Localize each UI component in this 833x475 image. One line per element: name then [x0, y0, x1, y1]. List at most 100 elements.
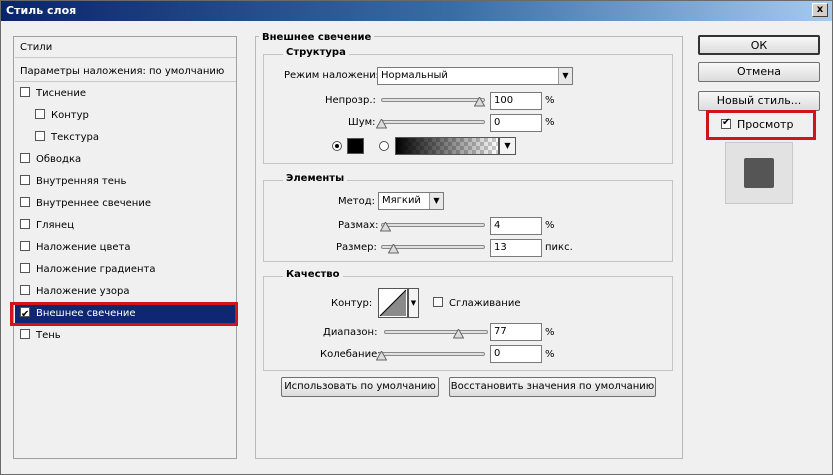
gradient-radio[interactable]: [379, 141, 389, 151]
opacity-input[interactable]: 100: [490, 92, 542, 110]
opacity-unit: %: [545, 95, 555, 106]
reset-default-button[interactable]: Восстановить значения по умолчанию: [449, 377, 656, 397]
solid-color-radio[interactable]: [332, 141, 342, 151]
contour-curve-icon: [379, 289, 407, 317]
style-item-pattern-overlay[interactable]: Наложение узора: [15, 282, 236, 302]
stroke-label: Обводка: [36, 154, 82, 165]
style-item-contour[interactable]: Контур: [15, 106, 236, 126]
jitter-slider[interactable]: [381, 352, 485, 356]
spread-unit: %: [545, 220, 555, 231]
gradient-overlay-checkbox[interactable]: [20, 263, 30, 273]
contour-label: Контур:: [331, 298, 373, 309]
color-overlay-label: Наложение цвета: [36, 242, 131, 253]
chevron-down-icon: ▼: [504, 141, 511, 150]
selection-highlight: [10, 302, 238, 326]
drop-shadow-checkbox[interactable]: [20, 329, 30, 339]
antialias-label: Сглаживание: [449, 298, 521, 309]
pattern-overlay-checkbox[interactable]: [20, 285, 30, 295]
cancel-button[interactable]: Отмена: [698, 62, 820, 82]
new-style-button[interactable]: Новый стиль...: [698, 91, 820, 111]
noise-input[interactable]: 0: [490, 114, 542, 132]
styles-header[interactable]: Стили: [15, 38, 236, 58]
noise-unit: %: [545, 117, 555, 128]
bevel-label: Тиснение: [36, 88, 86, 99]
range-unit: %: [545, 327, 555, 338]
style-item-satin[interactable]: Глянец: [15, 216, 236, 236]
section-title: Внешнее свечение: [259, 32, 375, 43]
style-item-color-overlay[interactable]: Наложение цвета: [15, 238, 236, 258]
contour-dropdown-button[interactable]: ▼: [408, 288, 419, 318]
opacity-slider-thumb[interactable]: [474, 97, 485, 107]
style-item-stroke[interactable]: Обводка: [15, 150, 236, 170]
spread-label: Размах:: [338, 220, 379, 231]
close-button[interactable]: x: [812, 3, 828, 17]
opacity-slider[interactable]: [381, 98, 485, 102]
gradient-overlay-label: Наложение градиента: [36, 264, 156, 275]
styles-list: Стили Параметры наложения: по умолчанию …: [13, 36, 237, 459]
preview-thumbnail: [725, 142, 793, 204]
range-label: Диапазон:: [323, 327, 378, 338]
spread-slider[interactable]: [381, 223, 485, 227]
contour-label: Контур: [51, 110, 89, 121]
texture-checkbox[interactable]: [35, 131, 45, 141]
antialias-option[interactable]: Сглаживание: [433, 297, 520, 309]
opacity-label: Непрозр.:: [325, 95, 376, 106]
spread-slider-thumb[interactable]: [380, 222, 391, 232]
method-label: Метод:: [338, 196, 376, 207]
blend-mode-select[interactable]: Нормальный ▼: [377, 67, 573, 85]
gradient-picker[interactable]: [395, 137, 499, 155]
stroke-checkbox[interactable]: [20, 153, 30, 163]
noise-slider[interactable]: [381, 120, 485, 124]
range-slider-thumb[interactable]: [453, 329, 464, 339]
chevron-down-icon: ▼: [558, 68, 572, 84]
elements-group: [263, 180, 673, 262]
method-value: Мягкий: [382, 195, 421, 206]
inner-glow-label: Внутреннее свечение: [36, 198, 151, 209]
bevel-checkbox[interactable]: [20, 87, 30, 97]
quality-title: Качество: [283, 269, 343, 280]
texture-label: Текстура: [51, 132, 100, 143]
preview-square: [744, 158, 774, 188]
noise-slider-thumb[interactable]: [376, 119, 387, 129]
styles-header-label: Стили: [20, 42, 53, 53]
pattern-overlay-label: Наложение узора: [36, 286, 130, 297]
size-input[interactable]: 13: [490, 239, 542, 257]
antialias-checkbox[interactable]: [433, 297, 443, 307]
chevron-down-icon: ▼: [410, 299, 417, 307]
style-item-bevel[interactable]: Тиснение: [15, 84, 236, 104]
gradient-dropdown-button[interactable]: ▼: [499, 137, 516, 155]
chevron-down-icon: ▼: [429, 193, 443, 209]
contour-picker[interactable]: [378, 288, 408, 318]
jitter-unit: %: [545, 349, 555, 360]
style-item-texture[interactable]: Текстура: [15, 128, 236, 148]
inner-shadow-checkbox[interactable]: [20, 175, 30, 185]
size-slider-thumb[interactable]: [388, 244, 399, 254]
satin-checkbox[interactable]: [20, 219, 30, 229]
preview-highlight: [706, 110, 816, 140]
blend-mode-label: Режим наложения:: [284, 70, 386, 81]
blend-defaults-item[interactable]: Параметры наложения: по умолчанию: [15, 62, 236, 82]
noise-label: Шум:: [348, 117, 376, 128]
inner-glow-checkbox[interactable]: [20, 197, 30, 207]
make-default-button[interactable]: Использовать по умолчанию: [281, 377, 439, 397]
style-item-gradient-overlay[interactable]: Наложение градиента: [15, 260, 236, 280]
color-overlay-checkbox[interactable]: [20, 241, 30, 251]
style-item-inner-glow[interactable]: Внутреннее свечение: [15, 194, 236, 214]
drop-shadow-label: Тень: [36, 330, 61, 341]
ok-button[interactable]: ОК: [698, 35, 820, 55]
range-input[interactable]: 77: [490, 323, 542, 341]
jitter-slider-thumb[interactable]: [376, 351, 387, 361]
glow-color-swatch[interactable]: [347, 138, 364, 154]
style-item-drop-shadow[interactable]: Тень: [15, 326, 236, 346]
size-label: Размер:: [336, 242, 377, 253]
jitter-label: Колебание:: [320, 349, 381, 360]
size-unit: пикс.: [545, 242, 573, 253]
contour-checkbox[interactable]: [35, 109, 45, 119]
satin-label: Глянец: [36, 220, 75, 231]
jitter-input[interactable]: 0: [490, 345, 542, 363]
method-select[interactable]: Мягкий ▼: [378, 192, 444, 210]
style-item-inner-shadow[interactable]: Внутренняя тень: [15, 172, 236, 192]
inner-shadow-label: Внутренняя тень: [36, 176, 127, 187]
spread-input[interactable]: 4: [490, 217, 542, 235]
range-slider[interactable]: [384, 330, 488, 334]
